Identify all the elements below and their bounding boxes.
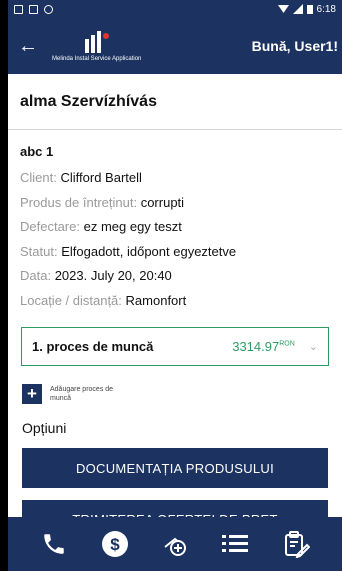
options-title: Opțiuni	[22, 420, 67, 436]
app-screen: 6:18 ← Melinda Instal Service Applicatio…	[8, 0, 342, 571]
logo-caption: Melinda Instal Service Application	[52, 55, 142, 62]
sd-card-icon	[29, 4, 38, 14]
notification-icon	[14, 4, 23, 14]
add-collection-icon[interactable]	[159, 528, 191, 560]
product-documentation-button[interactable]: DOCUMENTAȚIA PRODUSULUI	[22, 448, 328, 488]
wifi-icon	[277, 5, 289, 13]
signal-icon	[292, 4, 303, 14]
phone-icon[interactable]	[38, 528, 70, 560]
logo-dot	[102, 32, 109, 39]
amount-value: 3314.97	[232, 339, 280, 354]
clipboard-edit-icon[interactable]	[280, 528, 312, 560]
detail-value: Elfogadott, időpont egyeztetve	[61, 243, 237, 259]
chevron-down-icon[interactable]: ⌄	[309, 340, 318, 353]
detail-value: ez meg egy teszt	[83, 219, 182, 234]
detail-row-date: Data: 2023. July 20, 20:40	[20, 264, 330, 289]
status-bar: 6:18	[8, 0, 342, 18]
detail-label: Produs de întreținut:	[20, 194, 138, 210]
detail-value: Ramonfort	[125, 292, 187, 308]
detail-row-client: Client: Clifford Bartell	[20, 166, 330, 191]
detail-value: corrupti	[140, 194, 185, 210]
detail-label: Data:	[20, 268, 52, 283]
detail-row-location: Locație / distanță: Ramonfort	[20, 289, 330, 314]
sync-icon	[44, 4, 53, 14]
process-amount: 3314.97RON	[232, 339, 295, 354]
detail-label: Locație / distanță:	[20, 292, 122, 308]
dollar-icon[interactable]: $	[99, 528, 131, 560]
process-name: 1. proces de muncă	[32, 339, 154, 354]
page-title: alma Szervízhívás	[20, 92, 157, 110]
detail-label: Client:	[20, 170, 57, 185]
detail-row-status: Statut: Elfogadott, időpont egyeztetve	[20, 240, 330, 265]
app-logo: Melinda Instal Service Application	[52, 30, 142, 62]
add-process-row: + Adăugare proces de muncă	[22, 384, 342, 404]
detail-row-defect: Defectare: ez meg egy teszt	[20, 215, 330, 240]
user-greeting: Bună, User1!	[251, 38, 338, 54]
page-header: alma Szervízhívás	[8, 74, 342, 130]
back-arrow-icon[interactable]: ←	[18, 35, 46, 58]
detail-label: Defectare:	[20, 219, 80, 234]
detail-value: Clifford Bartell	[60, 170, 142, 185]
amount-currency: RON	[279, 340, 295, 348]
detail-row-product: Produs de întreținut: corrupti	[20, 191, 330, 216]
detail-value: 2023. July 20, 20:40	[54, 268, 172, 283]
add-process-button[interactable]: +	[22, 384, 42, 404]
work-process-dropdown[interactable]: 1. proces de muncă 3314.97RON ⌄	[21, 327, 329, 366]
list-icon[interactable]	[219, 528, 251, 560]
svg-text:$: $	[110, 535, 120, 554]
add-process-label: Adăugare proces de muncă	[50, 386, 114, 402]
service-details: abc 1 Client: Clifford Bartell Produs de…	[8, 130, 342, 313]
case-id: abc 1	[20, 144, 54, 159]
battery-icon	[306, 5, 313, 14]
status-time: 6:18	[316, 3, 336, 15]
app-header: ← Melinda Instal Service Application Bun…	[8, 18, 342, 74]
bottom-navigation: $	[8, 517, 342, 571]
detail-label: Statut:	[20, 243, 58, 259]
